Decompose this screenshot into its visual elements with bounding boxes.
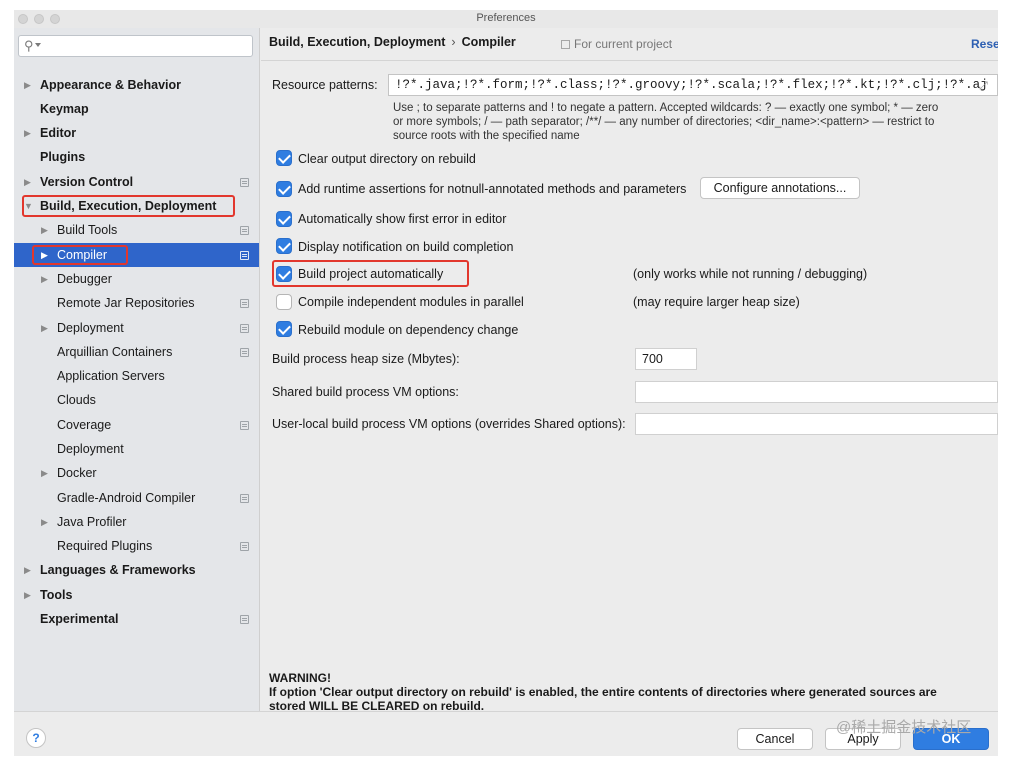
collapse-arrow-icon[interactable]: ▼: [24, 194, 33, 218]
build-notification-label: Display notification on build completion: [298, 240, 514, 254]
sidebar-item-clouds[interactable]: Clouds: [14, 388, 259, 412]
sidebar-item-appearance-behavior[interactable]: ▶ Appearance & Behavior: [14, 73, 259, 97]
sidebar-item-deployment[interactable]: ▶ Deployment: [14, 316, 259, 340]
project-scope-icon: [240, 178, 249, 187]
sidebar-item-compiler[interactable]: ▶ Compiler: [14, 243, 259, 267]
sidebar-item-keymap[interactable]: Keymap: [14, 97, 259, 121]
preferences-window: Preferences ⚲ ▶ Appearance & Behavior Ke…: [14, 10, 998, 756]
header-divider: [261, 60, 998, 61]
reset-link[interactable]: Rese: [971, 37, 998, 51]
expand-arrow-icon[interactable]: ▶: [41, 267, 48, 291]
runtime-assertions-checkbox[interactable]: [276, 181, 292, 197]
sidebar-item-debugger[interactable]: ▶ Debugger: [14, 267, 259, 291]
sidebar-item-gradle-android-compiler[interactable]: Gradle-Android Compiler: [14, 486, 259, 510]
sidebar-item-java-profiler[interactable]: ▶ Java Profiler: [14, 510, 259, 534]
rebuild-on-dependency-label: Rebuild module on dependency change: [298, 323, 519, 337]
expand-arrow-icon[interactable]: ▶: [24, 73, 31, 97]
resource-patterns-input[interactable]: !?*.java;!?*.form;!?*.class;!?*.groovy;!…: [388, 74, 998, 96]
sidebar-item-version-control[interactable]: ▶ Version Control: [14, 170, 259, 194]
expand-arrow-icon[interactable]: ▶: [24, 170, 31, 194]
expand-arrow-icon[interactable]: ▶: [41, 510, 48, 534]
show-first-error-checkbox[interactable]: [276, 211, 292, 227]
project-scope-icon: [240, 542, 249, 551]
clear-output-label: Clear output directory on rebuild: [298, 152, 476, 166]
heap-size-label: Build process heap size (Mbytes):: [272, 352, 460, 366]
sidebar-item-coverage[interactable]: Coverage: [14, 413, 259, 437]
expand-arrow-icon[interactable]: ▶: [41, 461, 48, 485]
project-scope-icon: [240, 251, 249, 260]
clear-output-warning: WARNING! If option 'Clear output directo…: [269, 671, 937, 713]
sidebar-item-editor[interactable]: ▶ Editor: [14, 121, 259, 145]
search-options-icon[interactable]: [35, 43, 41, 47]
search-icon: ⚲: [24, 38, 34, 53]
search-input[interactable]: ⚲: [18, 35, 253, 57]
sidebar-item-languages-frameworks[interactable]: ▶ Languages & Frameworks: [14, 558, 259, 582]
expand-arrow-icon[interactable]: ▶: [41, 316, 48, 340]
build-automatically-checkbox[interactable]: [276, 266, 292, 282]
sidebar-item-plugins[interactable]: Plugins: [14, 145, 259, 169]
build-automatically-note: (only works while not running / debuggin…: [633, 267, 868, 281]
expand-field-icon[interactable]: ⤢: [979, 80, 988, 93]
sidebar-item-build-tools[interactable]: ▶ Build Tools: [14, 218, 259, 242]
sidebar-item-remote-jar-repositories[interactable]: Remote Jar Repositories: [14, 291, 259, 315]
project-scope-icon: [240, 299, 249, 308]
clear-output-checkbox[interactable]: [276, 150, 292, 166]
resource-patterns-hint: Use ; to separate patterns and ! to nega…: [393, 102, 939, 142]
for-current-project: For current project: [561, 37, 672, 51]
breadcrumb-current: Compiler: [461, 35, 516, 49]
project-scope-icon: [561, 40, 570, 49]
sidebar-item-docker[interactable]: ▶ Docker: [14, 461, 259, 485]
dialog-footer: ? Cancel Apply OK @稀土掘金技术社区: [14, 711, 998, 756]
user-vm-options-label: User-local build process VM options (ove…: [272, 417, 626, 431]
sidebar-item-deployment-2[interactable]: Deployment: [14, 437, 259, 461]
project-scope-icon: [240, 494, 249, 503]
build-automatically-label: Build project automatically: [298, 267, 444, 281]
cancel-button[interactable]: Cancel: [737, 728, 813, 750]
breadcrumb-separator: ›: [451, 35, 456, 49]
runtime-assertions-label: Add runtime assertions for notnull-annot…: [298, 182, 687, 196]
compiler-settings-panel: Build, Execution, Deployment › Compiler Fo…: [261, 28, 998, 713]
window-title: Preferences: [476, 12, 536, 24]
configure-annotations-button[interactable]: Configure annotations...: [700, 177, 860, 199]
sidebar-item-required-plugins[interactable]: Required Plugins: [14, 534, 259, 558]
sidebar-item-build-execution-deployment[interactable]: ▼ Build, Execution, Deployment: [14, 194, 259, 218]
shared-vm-options-label: Shared build process VM options:: [272, 385, 459, 399]
heap-size-input[interactable]: 700: [635, 348, 697, 370]
project-scope-icon: [240, 615, 249, 624]
sidebar-item-arquillian-containers[interactable]: Arquillian Containers: [14, 340, 259, 364]
user-vm-options-input[interactable]: [635, 413, 998, 435]
sidebar-item-tools[interactable]: ▶ Tools: [14, 583, 259, 607]
expand-arrow-icon[interactable]: ▶: [24, 558, 31, 582]
rebuild-on-dependency-checkbox[interactable]: [276, 321, 292, 337]
watermark-text: @稀土掘金技术社区: [836, 719, 972, 736]
help-button[interactable]: ?: [26, 728, 46, 748]
resource-patterns-label: Resource patterns:: [272, 78, 378, 92]
shared-vm-options-input[interactable]: [635, 381, 998, 403]
breadcrumb: Build, Execution, Deployment › Compiler: [269, 35, 516, 49]
expand-arrow-icon[interactable]: ▶: [41, 243, 48, 267]
parallel-compile-checkbox[interactable]: [276, 294, 292, 310]
title-bar: Preferences: [14, 10, 998, 28]
show-first-error-label: Automatically show first error in editor: [298, 212, 507, 226]
expand-arrow-icon[interactable]: ▶: [41, 218, 48, 242]
build-notification-checkbox[interactable]: [276, 238, 292, 254]
project-scope-icon: [240, 226, 249, 235]
project-scope-icon: [240, 421, 249, 430]
expand-arrow-icon[interactable]: ▶: [24, 121, 31, 145]
parallel-compile-label: Compile independent modules in parallel: [298, 295, 524, 309]
project-scope-icon: [240, 348, 249, 357]
project-scope-icon: [240, 324, 249, 333]
sidebar-item-experimental[interactable]: Experimental: [14, 607, 259, 631]
parallel-compile-note: (may require larger heap size): [633, 295, 800, 309]
settings-sidebar: ⚲ ▶ Appearance & Behavior Keymap ▶ Edito…: [14, 28, 260, 711]
sidebar-item-application-servers[interactable]: Application Servers: [14, 364, 259, 388]
expand-arrow-icon[interactable]: ▶: [24, 583, 31, 607]
breadcrumb-parent[interactable]: Build, Execution, Deployment: [269, 35, 445, 49]
